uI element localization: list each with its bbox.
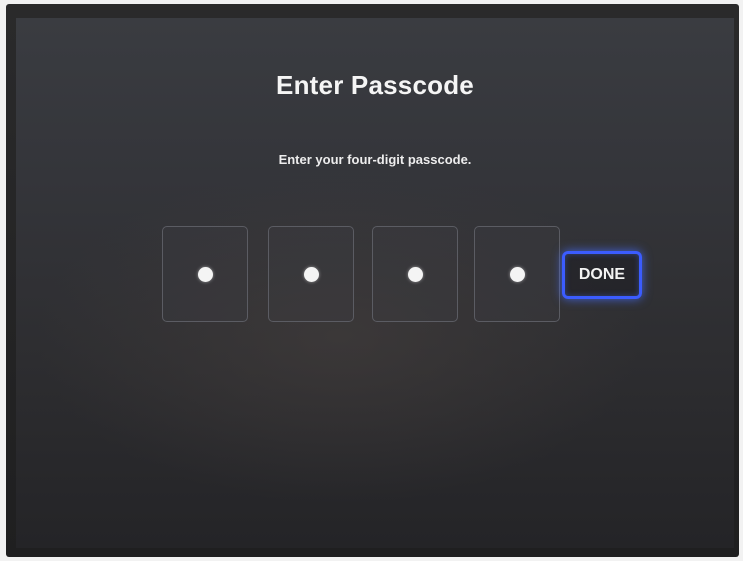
filled-dot-icon bbox=[509, 266, 525, 282]
passcode-digit-4[interactable] bbox=[474, 226, 560, 322]
filled-dot-icon bbox=[407, 266, 423, 282]
photo-frame: Enter Passcode Enter your four-digit pas… bbox=[0, 0, 743, 561]
done-button[interactable]: DONE bbox=[562, 251, 642, 299]
monitor-bezel: Enter Passcode Enter your four-digit pas… bbox=[6, 4, 739, 557]
passcode-digit-1[interactable] bbox=[162, 226, 248, 322]
filled-dot-icon bbox=[303, 266, 319, 282]
passcode-digit-3[interactable] bbox=[372, 226, 458, 322]
filled-dot-icon bbox=[197, 266, 213, 282]
page-title: Enter Passcode bbox=[276, 70, 474, 100]
passcode-screen: Enter Passcode Enter your four-digit pas… bbox=[16, 18, 734, 548]
passcode-digit-2[interactable] bbox=[268, 226, 354, 322]
instruction-text: Enter your four-digit passcode. bbox=[278, 152, 472, 167]
